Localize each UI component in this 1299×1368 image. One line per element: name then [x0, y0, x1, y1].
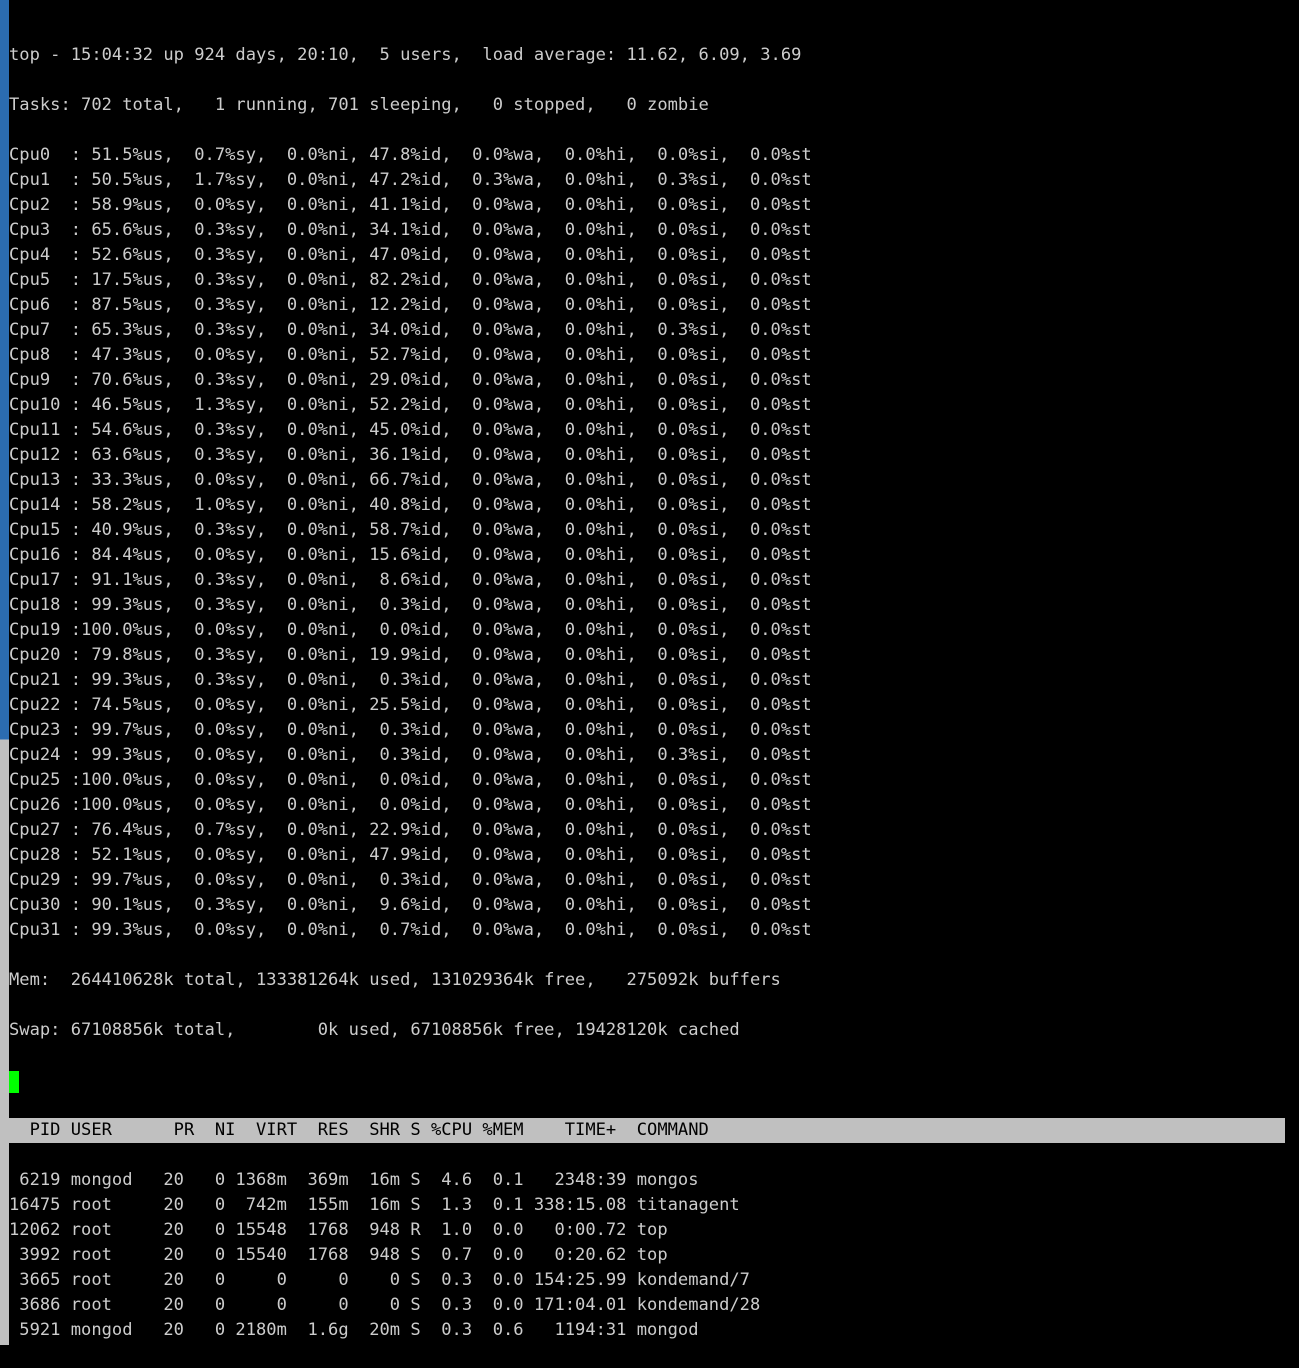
terminal-output[interactable]: top - 15:04:32 up 924 days, 20:10, 5 use…: [9, 18, 1285, 1368]
process-row[interactable]: 6219 mongod 20 0 1368m 369m 16m S 4.6 0.…: [9, 1168, 1285, 1193]
cpu-row-11: Cpu11 : 54.6%us, 0.3%sy, 0.0%ni, 45.0%id…: [9, 418, 1285, 443]
cpu-row-8: Cpu8 : 47.3%us, 0.0%sy, 0.0%ni, 52.7%id,…: [9, 343, 1285, 368]
cpu-row-27: Cpu27 : 76.4%us, 0.7%sy, 0.0%ni, 22.9%id…: [9, 818, 1285, 843]
cpu-row-2: Cpu2 : 58.9%us, 0.0%sy, 0.0%ni, 41.1%id,…: [9, 193, 1285, 218]
cpu-row-6: Cpu6 : 87.5%us, 0.3%sy, 0.0%ni, 12.2%id,…: [9, 293, 1285, 318]
top-tasks-line: Tasks: 702 total, 1 running, 701 sleepin…: [9, 93, 1285, 118]
process-row[interactable]: 16475 root 20 0 742m 155m 16m S 1.3 0.1 …: [9, 1193, 1285, 1218]
cpu-row-24: Cpu24 : 99.3%us, 0.0%sy, 0.0%ni, 0.3%id,…: [9, 743, 1285, 768]
cpu-row-3: Cpu3 : 65.6%us, 0.3%sy, 0.0%ni, 34.1%id,…: [9, 218, 1285, 243]
cpu-row-25: Cpu25 :100.0%us, 0.0%sy, 0.0%ni, 0.0%id,…: [9, 768, 1285, 793]
cpu-row-4: Cpu4 : 52.6%us, 0.3%sy, 0.0%ni, 47.0%id,…: [9, 243, 1285, 268]
cpu-row-17: Cpu17 : 91.1%us, 0.3%sy, 0.0%ni, 8.6%id,…: [9, 568, 1285, 593]
cpu-row-21: Cpu21 : 99.3%us, 0.3%sy, 0.0%ni, 0.3%id,…: [9, 668, 1285, 693]
process-row[interactable]: 3992 root 20 0 15540 1768 948 S 0.7 0.0 …: [9, 1243, 1285, 1268]
process-row[interactable]: 3686 root 20 0 0 0 0 S 0.3 0.0 171:04.01…: [9, 1293, 1285, 1318]
cpu-row-20: Cpu20 : 79.8%us, 0.3%sy, 0.0%ni, 19.9%id…: [9, 643, 1285, 668]
process-header[interactable]: PID USER PR NI VIRT RES SHR S %CPU %MEM …: [9, 1118, 1285, 1143]
swap-line: Swap: 67108856k total, 0k used, 67108856…: [9, 1018, 1285, 1043]
terminal-cursor[interactable]: [9, 1071, 19, 1093]
cpu-row-14: Cpu14 : 58.2%us, 1.0%sy, 0.0%ni, 40.8%id…: [9, 493, 1285, 518]
cpu-row-15: Cpu15 : 40.9%us, 0.3%sy, 0.0%ni, 58.7%id…: [9, 518, 1285, 543]
process-row[interactable]: 3665 root 20 0 0 0 0 S 0.3 0.0 154:25.99…: [9, 1268, 1285, 1293]
cpu-row-31: Cpu31 : 99.3%us, 0.0%sy, 0.0%ni, 0.7%id,…: [9, 918, 1285, 943]
cpu-row-19: Cpu19 :100.0%us, 0.0%sy, 0.0%ni, 0.0%id,…: [9, 618, 1285, 643]
cpu-row-0: Cpu0 : 51.5%us, 0.7%sy, 0.0%ni, 47.8%id,…: [9, 143, 1285, 168]
window-sidebar-strip: [0, 0, 9, 1345]
cpu-row-18: Cpu18 : 99.3%us, 0.3%sy, 0.0%ni, 0.3%id,…: [9, 593, 1285, 618]
cpu-row-30: Cpu30 : 90.1%us, 0.3%sy, 0.0%ni, 9.6%id,…: [9, 893, 1285, 918]
cpu-row-28: Cpu28 : 52.1%us, 0.0%sy, 0.0%ni, 47.9%id…: [9, 843, 1285, 868]
cpu-row-10: Cpu10 : 46.5%us, 1.3%sy, 0.0%ni, 52.2%id…: [9, 393, 1285, 418]
cpu-row-26: Cpu26 :100.0%us, 0.0%sy, 0.0%ni, 0.0%id,…: [9, 793, 1285, 818]
cpu-row-1: Cpu1 : 50.5%us, 1.7%sy, 0.0%ni, 47.2%id,…: [9, 168, 1285, 193]
top-summary-line: top - 15:04:32 up 924 days, 20:10, 5 use…: [9, 43, 1285, 68]
cpu-row-23: Cpu23 : 99.7%us, 0.0%sy, 0.0%ni, 0.3%id,…: [9, 718, 1285, 743]
cpu-row-5: Cpu5 : 17.5%us, 0.3%sy, 0.0%ni, 82.2%id,…: [9, 268, 1285, 293]
cpu-row-29: Cpu29 : 99.7%us, 0.0%sy, 0.0%ni, 0.3%id,…: [9, 868, 1285, 893]
cpu-row-13: Cpu13 : 33.3%us, 0.0%sy, 0.0%ni, 66.7%id…: [9, 468, 1285, 493]
cpu-row-12: Cpu12 : 63.6%us, 0.3%sy, 0.0%ni, 36.1%id…: [9, 443, 1285, 468]
process-row[interactable]: 5921 mongod 20 0 2180m 1.6g 20m S 0.3 0.…: [9, 1318, 1285, 1343]
cursor-line[interactable]: [9, 1068, 1285, 1093]
cpu-row-7: Cpu7 : 65.3%us, 0.3%sy, 0.0%ni, 34.0%id,…: [9, 318, 1285, 343]
cpu-row-9: Cpu9 : 70.6%us, 0.3%sy, 0.0%ni, 29.0%id,…: [9, 368, 1285, 393]
cpu-row-16: Cpu16 : 84.4%us, 0.0%sy, 0.0%ni, 15.6%id…: [9, 543, 1285, 568]
process-row[interactable]: 12062 root 20 0 15548 1768 948 R 1.0 0.0…: [9, 1218, 1285, 1243]
mem-line: Mem: 264410628k total, 133381264k used, …: [9, 968, 1285, 993]
cpu-row-22: Cpu22 : 74.5%us, 0.0%sy, 0.0%ni, 25.5%id…: [9, 693, 1285, 718]
